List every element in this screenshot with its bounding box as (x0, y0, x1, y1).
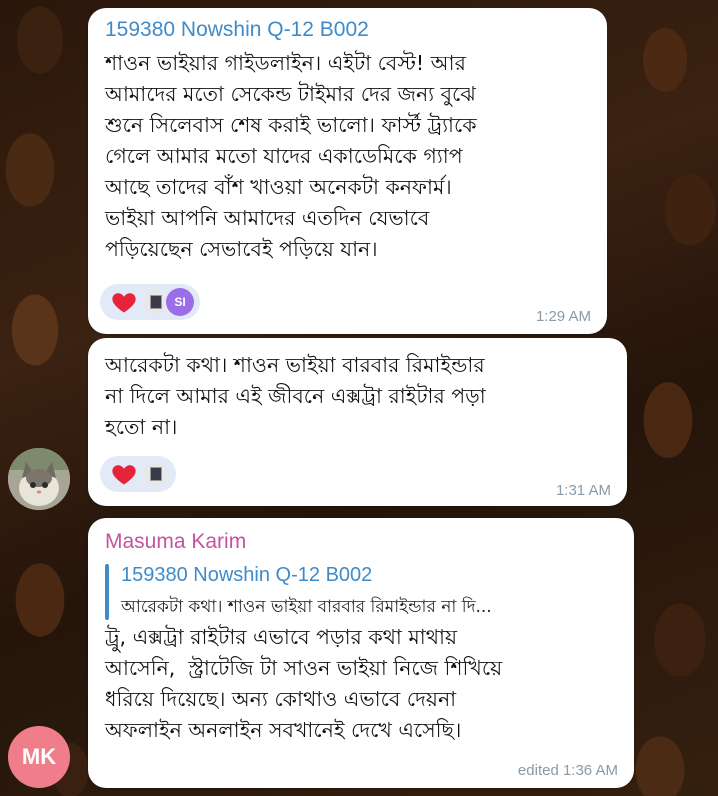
reply-quote-bar (105, 564, 109, 620)
message-sender[interactable]: 159380 Nowshin Q-12 B002 (105, 18, 369, 42)
reactor-avatar (144, 290, 168, 314)
message-time: 1:29 AM (535, 308, 591, 325)
message-bubble-3[interactable]: Masuma Karim 159380 Nowshin Q-12 B002 আর… (88, 518, 634, 788)
reactor-badge: SI (166, 288, 194, 316)
message-time: edited 1:36 AM (517, 762, 618, 779)
sender-avatar-mk[interactable]: MK (8, 726, 70, 788)
reactor-avatar (144, 462, 168, 486)
cat-avatar-image (8, 448, 70, 510)
message-bubble-1[interactable]: 159380 Nowshin Q-12 B002 শাওন ভাইয়ার গা… (88, 8, 607, 334)
message-time: 1:31 AM (555, 482, 611, 499)
reply-sender[interactable]: 159380 Nowshin Q-12 B002 (121, 564, 372, 587)
heart-reaction-icon[interactable] (110, 460, 138, 488)
message-text: ট্রু, এক্সট্রা রাইটার এভাবে পড়ার কথা মা… (105, 625, 503, 742)
message-text: শাওন ভাইয়ার গাইডলাইন। এইটা বেস্ট! আর আম… (105, 51, 477, 261)
heart-reaction-icon[interactable] (110, 288, 138, 316)
reply-snippet[interactable]: আরেকটা কথা। শাওন ভাইয়া বারবার রিমাইন্ডা… (121, 594, 492, 622)
message-text: আরেকটা কথা। শাওন ভাইয়া বারবার রিমাইন্ডা… (105, 353, 486, 439)
sender-avatar-cat[interactable] (8, 448, 70, 510)
message-bubble-2[interactable]: আরেকটা কথা। শাওন ভাইয়া বারবার রিমাইন্ডা… (88, 338, 627, 506)
reactions[interactable]: SI (100, 284, 200, 320)
message-sender[interactable]: Masuma Karim (105, 530, 246, 554)
reactions[interactable] (100, 456, 176, 492)
